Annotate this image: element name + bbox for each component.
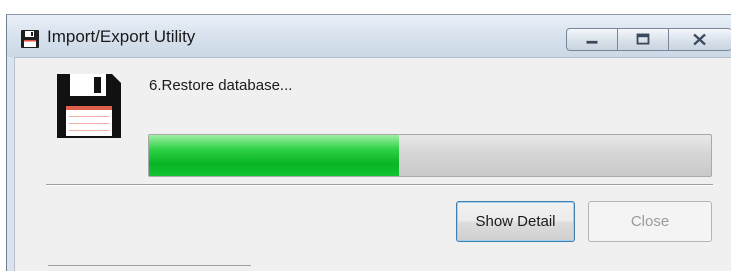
minimize-icon (586, 40, 598, 44)
floppy-disk-icon (21, 30, 39, 48)
maximize-button[interactable] (617, 28, 669, 51)
window-title: Import/Export Utility (47, 27, 196, 46)
progress-bar (148, 134, 712, 177)
close-button[interactable]: Close (588, 201, 712, 242)
progress-bar-fill (149, 135, 400, 176)
import-export-window: Import/Export Utility 6.Restore database… (6, 14, 731, 271)
separator (46, 184, 713, 186)
minimize-button[interactable] (566, 28, 618, 51)
close-window-button[interactable] (668, 28, 731, 51)
title-bar[interactable]: Import/Export Utility (7, 15, 731, 57)
status-text: 6.Restore database... (149, 77, 293, 94)
separator (48, 265, 251, 266)
show-detail-button[interactable]: Show Detail (456, 201, 575, 242)
dialog-body: 6.Restore database... Show Detail Close (14, 57, 731, 271)
close-icon (693, 33, 706, 46)
maximize-icon (636, 33, 650, 45)
floppy-disk-icon (57, 74, 121, 138)
